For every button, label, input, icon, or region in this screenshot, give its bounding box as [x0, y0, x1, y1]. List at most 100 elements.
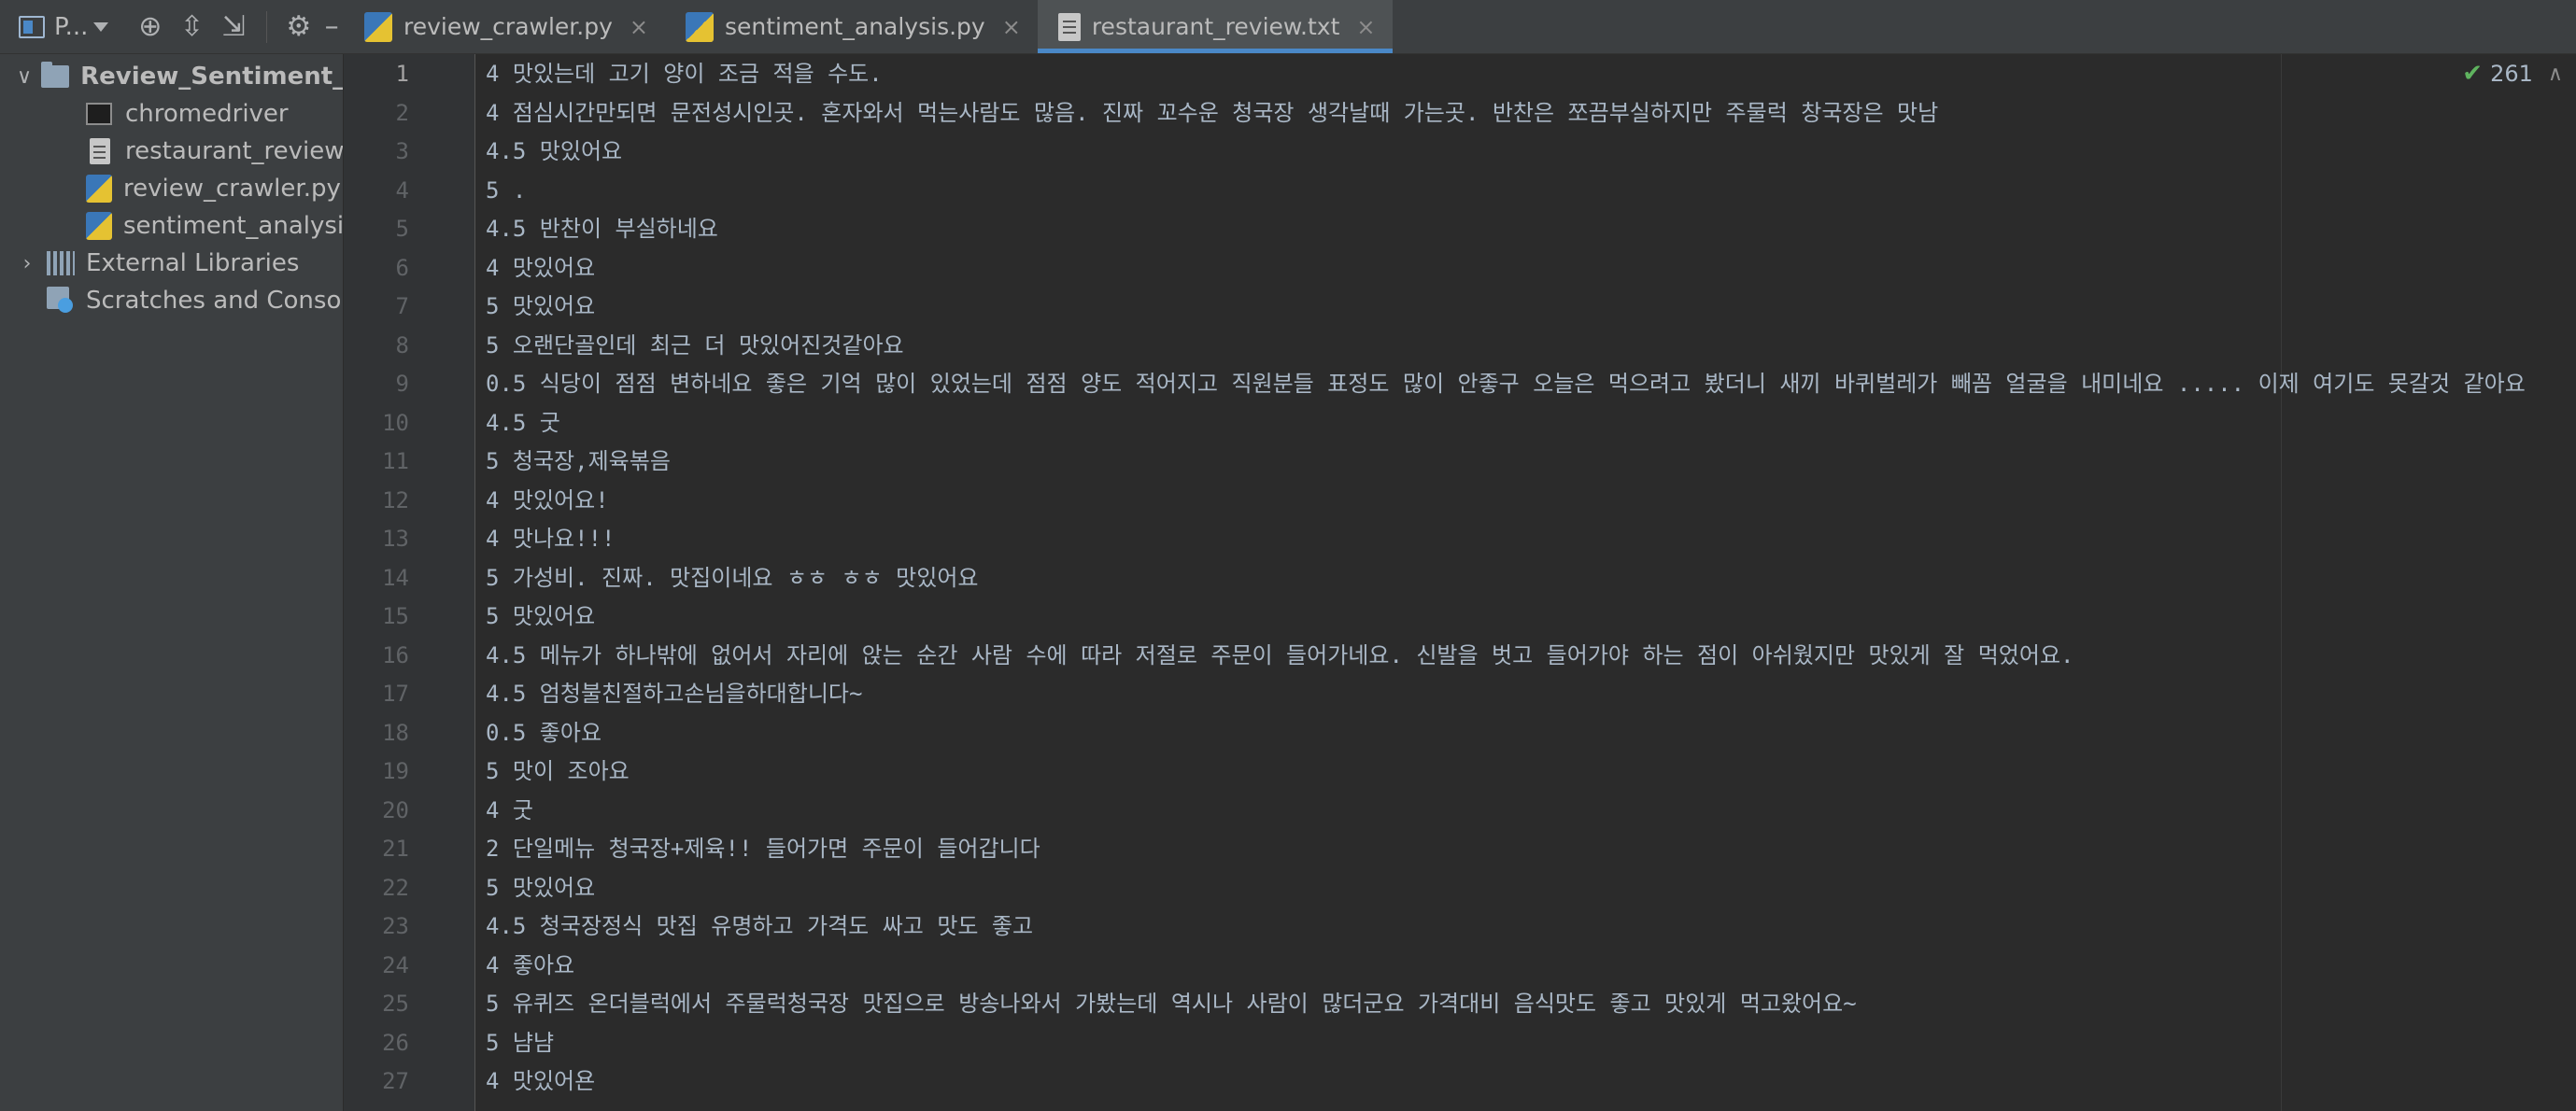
line-text[interactable]: 0.5 식당이 점점 변하네요 좋은 기억 많이 있었는데 점점 양도 적어지고… [486, 364, 2526, 403]
line-text[interactable]: 5 맛있어요 [486, 597, 595, 636]
line-number: 2 [395, 99, 409, 126]
tab-label: review_crawler.py [403, 13, 613, 40]
tab-label: sentiment_analysis.py [725, 13, 985, 40]
tree-item-external-libraries[interactable]: › External Libraries [0, 245, 343, 282]
tree-item-review-crawler[interactable]: review_crawler.py [0, 170, 343, 207]
line-text[interactable]: 4.5 굿 [486, 403, 560, 443]
text-file-icon [1057, 12, 1081, 41]
folder-icon [41, 62, 70, 88]
expand-all-icon[interactable]: ⇳ [171, 0, 213, 54]
line-text[interactable]: 5 청국장,제육볶음 [486, 442, 671, 481]
line-number: 11 [382, 448, 409, 474]
line-text[interactable]: 4 맛있어욘 [486, 1062, 595, 1101]
tree-item-project-root[interactable]: ∨ Review_Sentiment_A [0, 58, 343, 95]
project-view-selector[interactable]: P... [19, 0, 129, 54]
tab-sentiment-analysis[interactable]: sentiment_analysis.py × [665, 0, 1038, 53]
line-text[interactable]: 0.5 좋아요 [486, 713, 602, 752]
tree-item-scratches[interactable]: Scratches and Console [0, 282, 343, 319]
right-margin-guide [2281, 54, 2282, 1111]
editor-pane[interactable]: 1 4 맛있는데 고기 양이 조금 적을 수도. 2 4 점심시간만되면 문전성시인곳… [344, 54, 2576, 1111]
line-number: 9 [395, 371, 409, 397]
line-number: 27 [382, 1068, 409, 1094]
binary-file-icon [86, 103, 112, 125]
collapse-all-icon[interactable]: ⇲ [213, 0, 255, 54]
line-text[interactable]: 4 맛있는데 고기 양이 조금 적을 수도. [486, 54, 883, 93]
line-text[interactable]: 5 맛이 조아요 [486, 752, 630, 791]
checkmark-icon: ✔ [2462, 60, 2484, 88]
inspection-count: 261 [2490, 61, 2533, 87]
line-text[interactable]: 4.5 메뉴가 하나밖에 없어서 자리에 앉는 순간 사람 수에 따라 저절로 … [486, 636, 2074, 675]
locate-file-icon[interactable]: ⊕ [129, 0, 171, 54]
chevron-up-icon[interactable]: ∧ [2548, 63, 2563, 86]
line-number: 22 [382, 874, 409, 901]
line-number: 5 [395, 216, 409, 242]
tree-item-label: restaurant_review.t [125, 137, 344, 165]
line-number: 14 [382, 564, 409, 591]
line-text[interactable]: 5 오랜단골인데 최근 더 맛있어진것같아요 [486, 326, 904, 365]
line-number: 21 [382, 836, 409, 862]
python-file-icon [364, 11, 392, 42]
line-number: 4 [395, 176, 409, 204]
line-number: 6 [395, 254, 409, 281]
line-text[interactable]: 2 단일메뉴 청국장+제육!! 들어가면 주문이 들어갑니다 [486, 829, 1040, 868]
inspection-widget[interactable]: ✔ 261 ∧ [2462, 60, 2563, 88]
line-number: 8 [395, 331, 409, 359]
line-text[interactable]: 4.5 엄청불친절하고손님을하대합니다~ [486, 674, 862, 713]
editor-tab-bar: review_crawler.py × sentiment_analysis.p… [344, 0, 2576, 54]
line-number: 16 [382, 641, 409, 668]
close-icon[interactable]: × [1002, 14, 1021, 40]
line-number: 10 [382, 409, 409, 436]
line-number: 17 [382, 681, 409, 707]
line-text[interactable]: 5 가성비. 진짜. 맛집이네요 ㅎㅎ ㅎㅎ 맛있어요 [486, 558, 978, 598]
tree-item-label: Scratches and Console [86, 287, 344, 315]
line-text[interactable]: 4 점심시간만되면 문전성시인곳. 혼자와서 먹는사람도 많음. 진짜 꼬수운 … [486, 93, 1938, 133]
tree-item-label: review_crawler.py [123, 175, 341, 203]
project-tool-window-header: P... ⊕ ⇳ ⇲ ⚙ – [0, 0, 344, 54]
line-number: 23 [382, 913, 409, 939]
chevron-right-icon[interactable]: › [17, 252, 37, 275]
line-text[interactable]: 4.5 청국장정식 맛집 유명하고 가격도 싸고 맛도 좋고 [486, 907, 1033, 946]
tree-item-label: Review_Sentiment_A [80, 63, 344, 91]
line-number: 19 [382, 758, 409, 784]
line-text[interactable]: 4 맛있어요! [486, 481, 609, 520]
line-text[interactable]: 4 맛있어요 [486, 248, 595, 288]
line-text[interactable]: 5 . [486, 171, 526, 210]
tab-review-crawler[interactable]: review_crawler.py × [344, 0, 665, 53]
chevron-down-icon[interactable]: ∨ [17, 65, 32, 89]
line-number: 24 [382, 951, 409, 978]
line-number: 13 [382, 526, 409, 552]
line-number: 12 [382, 486, 409, 513]
line-text[interactable]: 4.5 반찬이 부실하네요 [486, 209, 718, 248]
tree-item-sentiment-analysis[interactable]: sentiment_analysis [0, 207, 343, 245]
tree-item-chromedriver[interactable]: chromedriver [0, 95, 343, 133]
line-text[interactable]: 5 맛있어요 [486, 287, 595, 326]
tab-restaurant-review[interactable]: restaurant_review.txt × [1037, 0, 1393, 53]
line-number: 18 [382, 719, 409, 746]
line-number: 3 [395, 138, 409, 164]
text-file-icon [90, 138, 110, 164]
project-icon [19, 15, 45, 38]
gear-icon[interactable]: ⚙ [277, 0, 319, 54]
line-text[interactable]: 5 냠냠 [486, 1023, 554, 1062]
tree-item-restaurant-review[interactable]: restaurant_review.t [0, 133, 343, 170]
toolbar-divider [265, 10, 267, 43]
line-number: 20 [382, 796, 409, 823]
hide-panel-icon[interactable]: – [319, 0, 344, 54]
line-number: 26 [382, 1029, 409, 1056]
line-text[interactable]: 4.5 맛있어요 [486, 132, 622, 171]
line-text[interactable]: 4 맛나요!!! [486, 519, 616, 558]
close-icon[interactable]: × [630, 14, 648, 40]
line-text[interactable]: 4 좋아요 [486, 946, 574, 985]
tab-label: restaurant_review.txt [1091, 13, 1340, 40]
line-text[interactable]: 5 맛있어요 [486, 868, 595, 907]
libraries-icon [47, 251, 75, 275]
project-tree: ∨ Review_Sentiment_A chromedriver restau… [0, 54, 344, 1111]
close-icon[interactable]: × [1356, 14, 1375, 40]
chevron-down-icon [93, 21, 109, 32]
scratches-icon [47, 287, 75, 315]
project-view-title: P... [54, 12, 89, 41]
line-text[interactable]: 4 굿 [486, 791, 533, 830]
python-file-icon [86, 175, 112, 203]
line-text[interactable]: 5 유퀴즈 온더블럭에서 주물럭청국장 맛집으로 방송나와서 가봤는데 역시나 … [486, 984, 1857, 1023]
line-number: 7 [395, 293, 409, 319]
